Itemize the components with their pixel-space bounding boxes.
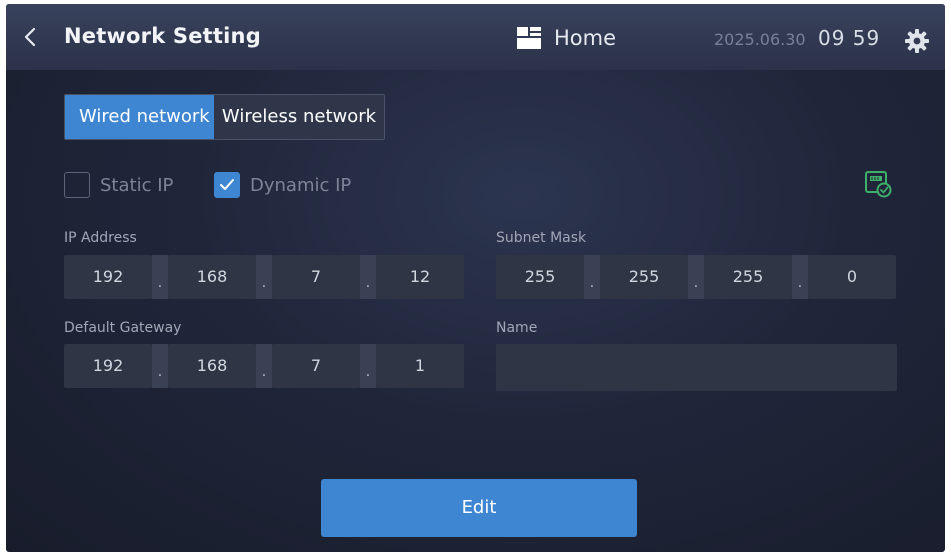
- subnet-mask-octet-2[interactable]: 255: [600, 255, 688, 299]
- dynamic-ip-checkbox[interactable]: [214, 172, 240, 198]
- ip-separator: .: [256, 344, 272, 388]
- top-bar: Network Setting Home 2025.06.30 09 59: [6, 4, 945, 70]
- ip-address-octet-3[interactable]: 7: [272, 255, 360, 299]
- network-setting-screen: Network Setting Home 2025.06.30 09 59 Wi…: [6, 4, 945, 552]
- tab-wireless-network[interactable]: Wireless network: [214, 95, 384, 139]
- home-label: Home: [554, 26, 617, 50]
- static-ip-option[interactable]: Static IP: [64, 171, 173, 199]
- static-ip-label: Static IP: [100, 174, 174, 196]
- ip-separator: .: [360, 255, 376, 299]
- ip-separator: .: [360, 344, 376, 388]
- static-ip-checkbox[interactable]: [64, 172, 90, 198]
- ip-address-octet-1[interactable]: 192: [64, 255, 152, 299]
- gateway-octet-2[interactable]: 168: [168, 344, 256, 388]
- gateway-octet-3[interactable]: 7: [272, 344, 360, 388]
- time-display: 09 59: [818, 26, 881, 50]
- tab-wired-network[interactable]: Wired network: [65, 95, 214, 139]
- dynamic-ip-label: Dynamic IP: [250, 174, 352, 196]
- home-button[interactable]: Home: [516, 24, 616, 52]
- ip-address-octet-4[interactable]: 12: [376, 255, 464, 299]
- ip-separator: .: [152, 344, 168, 388]
- home-layout-icon: [516, 26, 542, 50]
- page-title: Network Setting: [64, 24, 261, 48]
- network-status-icon[interactable]: [864, 170, 892, 198]
- ip-separator: .: [688, 255, 704, 299]
- ip-address-label: IP Address: [64, 230, 137, 246]
- gateway-octet-4[interactable]: 1: [376, 344, 464, 388]
- edit-button[interactable]: Edit: [321, 479, 637, 537]
- network-type-tabs: Wired network Wireless network: [64, 94, 385, 140]
- chevron-left-icon[interactable]: [20, 26, 40, 48]
- dynamic-ip-option[interactable]: Dynamic IP: [214, 171, 351, 199]
- name-input[interactable]: [496, 344, 897, 391]
- ip-separator: .: [584, 255, 600, 299]
- subnet-mask-octet-1[interactable]: 255: [496, 255, 584, 299]
- default-gateway-label: Default Gateway: [64, 320, 182, 336]
- subnet-mask-label: Subnet Mask: [496, 230, 587, 246]
- ip-address-octet-2[interactable]: 168: [168, 255, 256, 299]
- subnet-mask-octet-3[interactable]: 255: [704, 255, 792, 299]
- ip-separator: .: [152, 255, 168, 299]
- gateway-octet-1[interactable]: 192: [64, 344, 152, 388]
- name-label: Name: [496, 320, 538, 336]
- ip-separator: .: [256, 255, 272, 299]
- ip-separator: .: [792, 255, 808, 299]
- date-display: 2025.06.30: [714, 30, 806, 49]
- gear-icon[interactable]: [904, 28, 930, 54]
- subnet-mask-octet-4[interactable]: 0: [808, 255, 896, 299]
- checkmark-icon: [220, 179, 234, 190]
